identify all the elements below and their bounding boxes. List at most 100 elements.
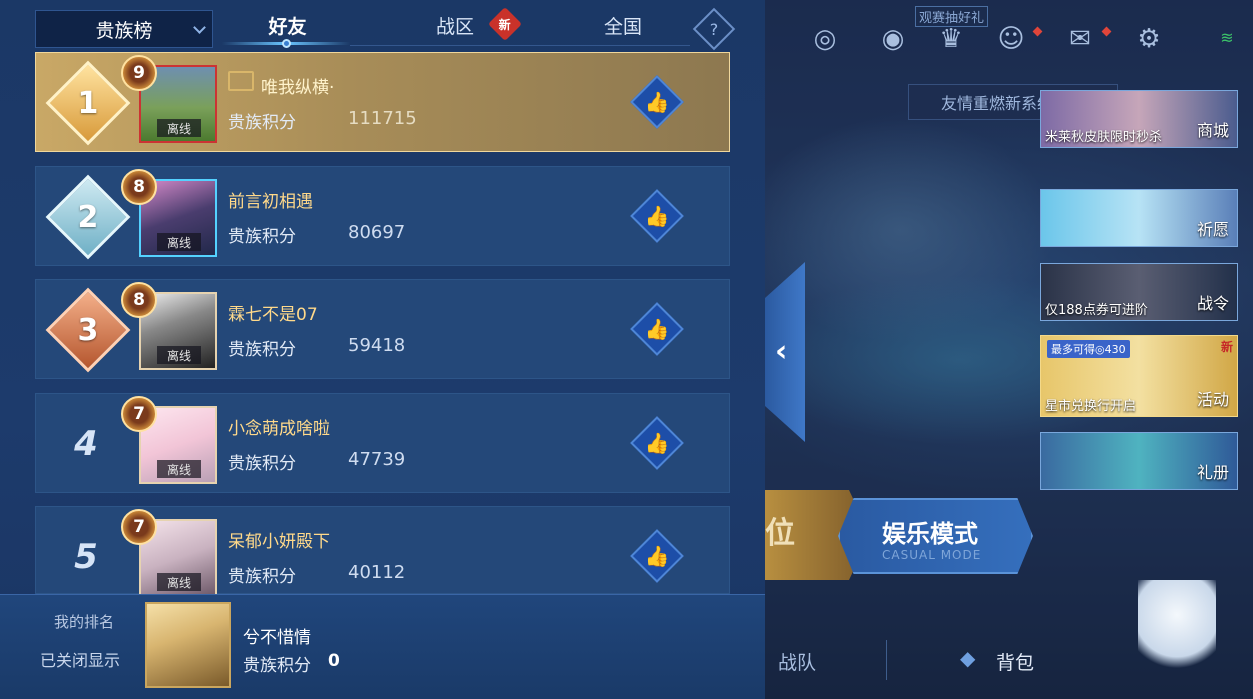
shop-card[interactable]: 米莱秋皮肤限时秒杀 商城 (1040, 90, 1238, 148)
shop-card-tag: 商城 (1196, 121, 1229, 140)
team-nav-button[interactable]: 战队 (778, 648, 816, 675)
score-value: 80697 (348, 222, 406, 243)
casual-mode-sublabel: CASUAL MODE (882, 548, 982, 562)
friends-icon[interactable]: ☺ (994, 22, 1028, 56)
event-card[interactable]: 最多可得◎430 星市兑换行开启 活动 新 (1040, 335, 1238, 417)
tab-friends[interactable]: 好友 (225, 12, 350, 42)
thumbs-up-icon: 👍 (644, 90, 670, 114)
thumbs-up-icon: 👍 (644, 544, 670, 568)
leaderboard-type-dropdown[interactable]: 贵族榜 (35, 10, 213, 48)
offline-label: 离线 (157, 233, 201, 251)
bronze-medal-icon: 3 (45, 287, 131, 373)
dropdown-label: 贵族榜 (95, 19, 153, 42)
my-player-name: 兮不惜情 (243, 628, 311, 648)
event-new-badge: 新 (1220, 340, 1233, 354)
wish-card-tag: 祈愿 (1196, 220, 1229, 239)
leaderboard-tabbar: 贵族榜 好友 战区 新 全国 ? (0, 0, 765, 51)
rank-number: 5 (74, 537, 98, 577)
offline-label: 离线 (157, 460, 201, 478)
like-button[interactable]: 👍 (630, 75, 684, 129)
score-value: 111715 (348, 108, 417, 129)
mascot-assistant[interactable] (1138, 580, 1216, 680)
thumbs-up-icon: 👍 (644, 204, 670, 228)
battlepass-card[interactable]: 仅188点券可进阶 战令 (1040, 263, 1238, 321)
leaderboard-panel: 贵族榜 好友 战区 新 全国 ? 1 离线 9 唯我纵横· 贵族积分 11171… (0, 0, 765, 699)
trophy-icon[interactable]: ♛ (934, 22, 968, 56)
score-value: 59418 (348, 335, 406, 356)
tab-active-indicator (282, 39, 291, 48)
score-label: 贵族积分 (228, 340, 296, 360)
leaderboard-row[interactable]: 4 离线 7 小念萌成啥啦 贵族积分 47739 👍 (35, 393, 730, 493)
like-button[interactable]: 👍 (630, 416, 684, 470)
bag-icon: ◆ (960, 646, 976, 670)
chevron-left-icon: ‹ (775, 334, 788, 369)
offline-label: 离线 (157, 119, 201, 137)
casual-mode-label: 娱乐模式 (882, 520, 978, 548)
vip-frame-icon (228, 71, 254, 91)
bag-nav-button[interactable]: 背包 (996, 648, 1034, 675)
tab-national[interactable]: 全国 (588, 12, 658, 42)
like-button[interactable]: 👍 (630, 302, 684, 356)
score-label: 贵族积分 (228, 567, 296, 587)
event-card-tag: 活动 (1196, 390, 1229, 409)
battlepass-card-tag: 战令 (1196, 294, 1229, 313)
nav-divider (886, 640, 887, 680)
gear-icon[interactable]: ⚙ (1132, 22, 1166, 56)
new-badge-label: 新 (498, 17, 512, 32)
wish-card[interactable]: 祈愿 (1040, 189, 1238, 247)
help-icon[interactable]: ? (692, 7, 736, 51)
gift-book-card-tag: 礼册 (1196, 463, 1229, 482)
help-glyph: ? (709, 19, 719, 39)
tab-zone[interactable]: 战区 (420, 12, 490, 42)
swirl-icon[interactable]: ◎ (808, 22, 842, 56)
noble-level-badge: 9 (121, 55, 157, 91)
casual-mode-button[interactable]: 娱乐模式 CASUAL MODE (838, 498, 1033, 574)
ranked-mode-label: 位 (765, 516, 795, 551)
tab-divider (350, 45, 690, 46)
shop-card-label: 米莱秋皮肤限时秒杀 (1045, 130, 1163, 145)
silver-medal-icon: 2 (45, 174, 131, 260)
noble-level-badge: 8 (121, 282, 157, 318)
my-avatar[interactable] (145, 602, 231, 688)
gold-medal-icon: 1 (45, 60, 131, 146)
leaderboard-row[interactable]: 3 离线 8 霖七不是07 贵族积分 59418 👍 (35, 279, 730, 379)
noble-level-badge: 8 (121, 169, 157, 205)
rank-number: 3 (77, 312, 99, 348)
score-value: 47739 (348, 449, 406, 470)
event-promo-label: 最多可得◎430 (1047, 340, 1130, 358)
my-score-value: 0 (328, 651, 340, 671)
rank-number: 2 (77, 199, 99, 235)
my-score-label: 贵族积分 (243, 656, 311, 676)
noble-level-badge: 7 (121, 509, 157, 545)
offline-label: 离线 (157, 346, 201, 364)
wifi-icon: ≋ (1220, 27, 1234, 47)
thumbs-up-icon: 👍 (644, 317, 670, 341)
battlepass-card-label: 仅188点券可进阶 (1045, 303, 1148, 318)
score-label: 贵族积分 (228, 227, 296, 247)
rank-number: 4 (74, 424, 98, 464)
mail-icon[interactable]: ✉ (1063, 22, 1097, 56)
player-name: 呆郁小妍殿下 (228, 532, 330, 552)
score-value: 40112 (348, 562, 406, 583)
my-rank-bar: 我的排名 已关闭显示 兮不惜情 贵族积分 0 (0, 594, 765, 699)
eye-icon[interactable]: ◉ (876, 22, 910, 56)
thumbs-up-icon: 👍 (644, 431, 670, 455)
score-label: 贵族积分 (228, 454, 296, 474)
new-badge: 新 (488, 7, 522, 41)
like-button[interactable]: 👍 (630, 189, 684, 243)
offline-label: 离线 (157, 573, 201, 591)
gift-book-card[interactable]: 礼册 (1040, 432, 1238, 490)
chevron-down-icon (193, 21, 206, 34)
my-rank-status: 已关闭显示 (40, 651, 121, 670)
noble-level-badge: 7 (121, 396, 157, 432)
rank-number: 1 (77, 85, 99, 121)
player-name: 霖七不是07 (228, 305, 318, 325)
leaderboard-row[interactable]: 2 离线 8 前言初相遇 贵族积分 80697 👍 (35, 166, 730, 266)
event-card-label: 星市兑换行开启 (1045, 399, 1137, 414)
leaderboard-row[interactable]: 5 离线 7 呆郁小妍殿下 贵族积分 40112 👍 (35, 506, 730, 597)
player-name: 小念萌成啥啦 (228, 419, 330, 439)
leaderboard-row[interactable]: 1 离线 9 唯我纵横· 贵族积分 111715 👍 (35, 52, 730, 152)
like-button[interactable]: 👍 (630, 529, 684, 583)
player-name: 前言初相遇 (228, 192, 313, 212)
player-name: 唯我纵横· (261, 78, 335, 98)
